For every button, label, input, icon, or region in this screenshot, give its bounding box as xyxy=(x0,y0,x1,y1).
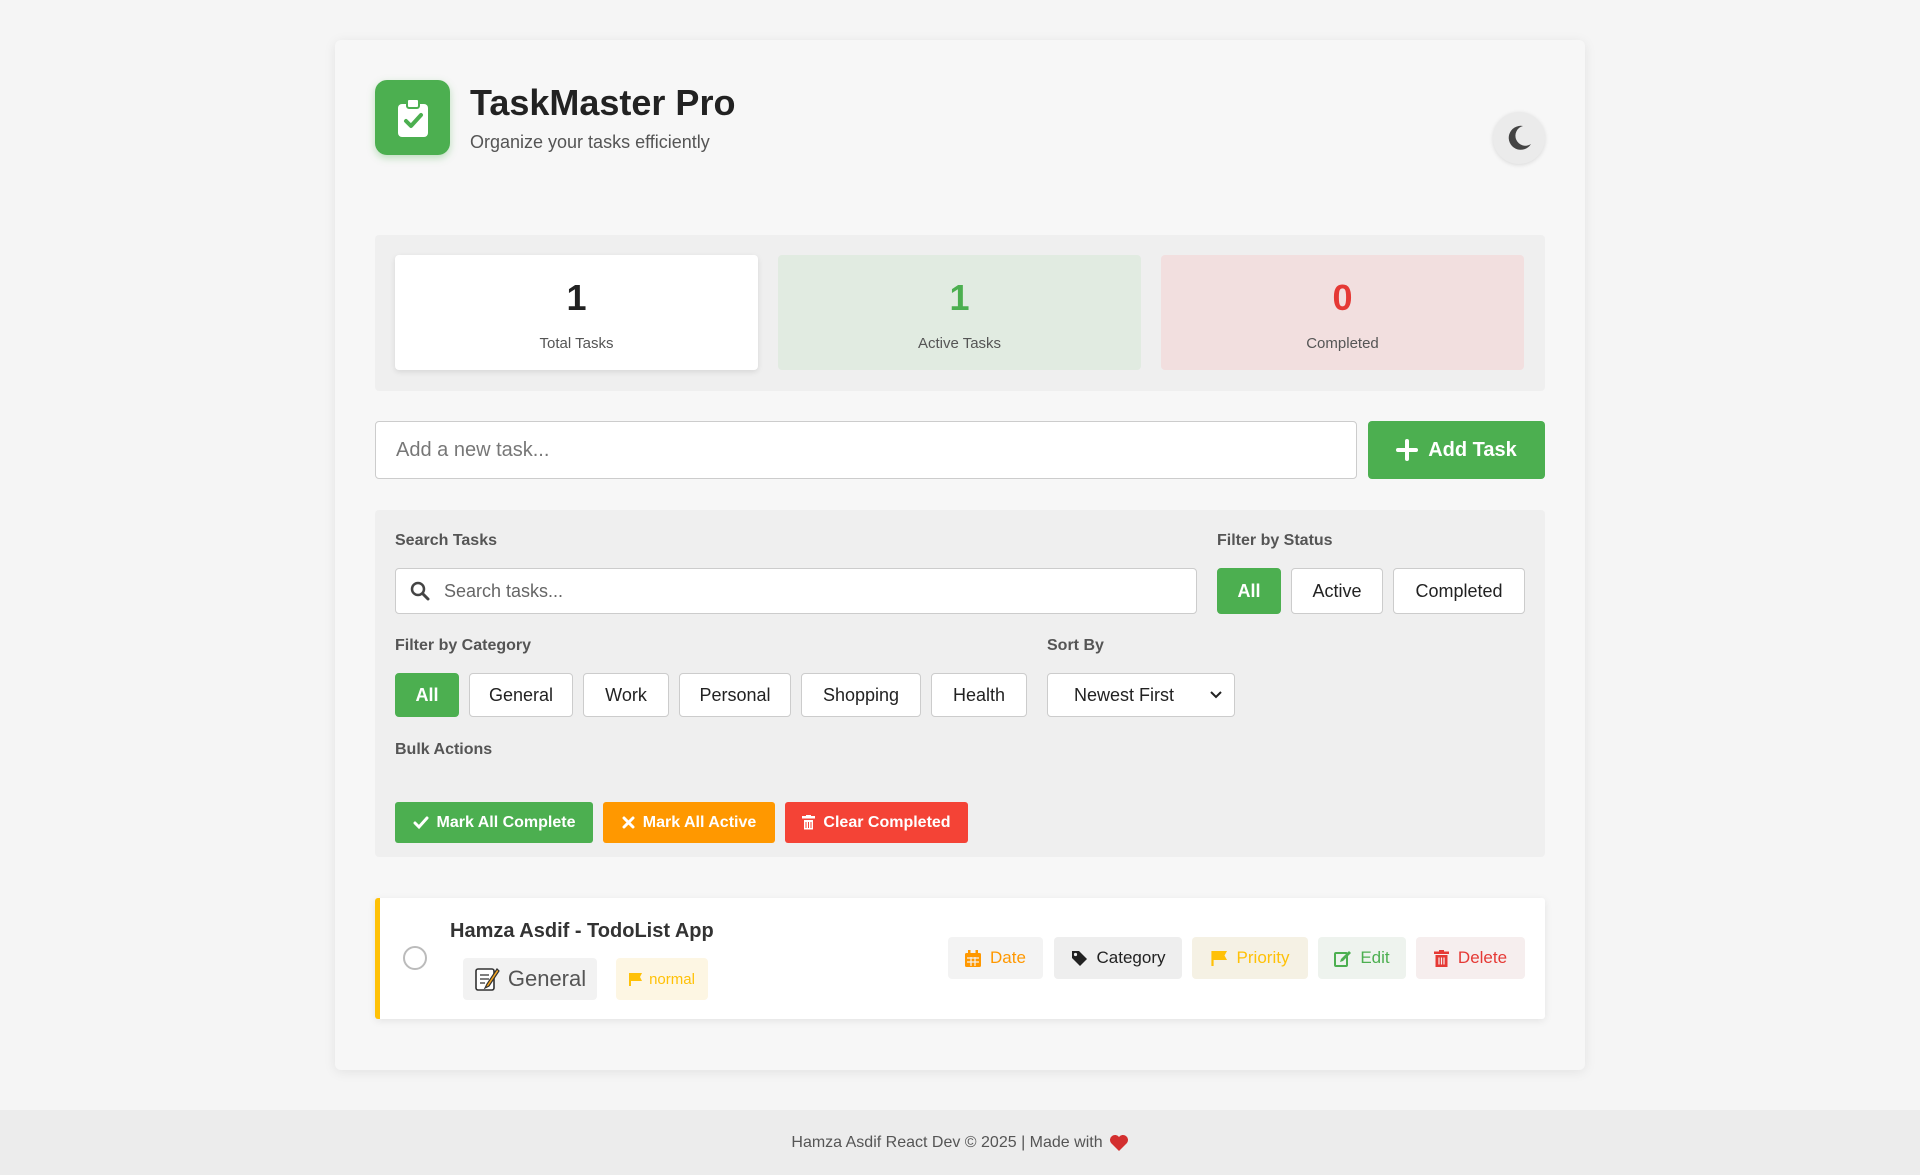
stat-label: Completed xyxy=(1306,335,1379,352)
search-icon xyxy=(410,581,430,601)
search-field[interactable] xyxy=(395,568,1197,614)
heart-icon xyxy=(1109,1134,1128,1151)
task-priority-action-label: Priority xyxy=(1236,948,1290,967)
bulk-actions-label: Bulk Actions xyxy=(395,741,493,758)
calendar-icon xyxy=(965,949,982,967)
task-edit-button[interactable]: Edit xyxy=(1318,937,1406,979)
header: TaskMaster Pro Organize your tasks effic… xyxy=(375,80,1545,200)
stat-value: 1 xyxy=(566,277,587,318)
status-filter-active[interactable]: Active xyxy=(1291,568,1383,614)
task-complete-checkbox[interactable] xyxy=(403,946,427,970)
task-priority-label: normal xyxy=(649,970,695,988)
clear-completed-button[interactable]: Clear Completed xyxy=(785,802,968,843)
category-filter-personal[interactable]: Personal xyxy=(679,673,791,717)
stat-completed-tasks: 0 Completed xyxy=(1161,255,1524,370)
stats-panel: 1 Total Tasks 1 Active Tasks 0 Completed xyxy=(375,235,1545,391)
stat-total-tasks: 1 Total Tasks xyxy=(395,255,758,370)
task-item: Hamza Asdif - TodoList App General norma… xyxy=(375,898,1545,1019)
app-subtitle: Organize your tasks efficiently xyxy=(470,132,710,152)
trash-icon xyxy=(802,814,816,830)
footer-text: Hamza Asdif React Dev © 2025 | Made with xyxy=(791,1133,1103,1151)
category-filter-health[interactable]: Health xyxy=(931,673,1027,717)
filters-panel: Search Tasks Filter by Status All Active… xyxy=(375,510,1545,857)
mark-all-complete-button[interactable]: Mark All Complete xyxy=(395,802,593,843)
category-filter-general[interactable]: General xyxy=(469,673,573,717)
category-filter-label: Filter by Category xyxy=(395,637,532,654)
task-delete-label: Delete xyxy=(1457,948,1508,967)
stat-value: 1 xyxy=(949,277,970,318)
category-filter-work[interactable]: Work xyxy=(583,673,669,717)
plus-icon xyxy=(1396,439,1419,461)
sort-select[interactable]: Newest First xyxy=(1047,673,1235,717)
clipboard-check-icon xyxy=(375,80,450,155)
footer: Hamza Asdif React Dev © 2025 | Made with xyxy=(0,1110,1920,1175)
task-delete-button[interactable]: Delete xyxy=(1416,937,1525,979)
task-category-action-label: Category xyxy=(1096,948,1166,967)
sort-label: Sort By xyxy=(1047,637,1104,654)
app-container: TaskMaster Pro Organize your tasks effic… xyxy=(335,40,1585,1070)
search-label: Search Tasks xyxy=(395,532,497,549)
theme-toggle-button[interactable] xyxy=(1493,112,1545,164)
category-filter-all[interactable]: All xyxy=(395,673,459,717)
task-date-label: Date xyxy=(990,948,1026,967)
stat-label: Total Tasks xyxy=(539,335,614,352)
edit-icon xyxy=(1334,950,1352,967)
moon-icon xyxy=(1508,125,1531,150)
task-category-button[interactable]: Category xyxy=(1054,937,1182,979)
add-task-label: Add Task xyxy=(1428,438,1517,461)
status-filter-all[interactable]: All xyxy=(1217,568,1281,614)
clear-completed-label: Clear Completed xyxy=(823,813,951,831)
task-edit-label: Edit xyxy=(1360,948,1390,967)
stat-value: 0 xyxy=(1332,277,1353,318)
flag-icon xyxy=(629,972,643,986)
add-task-button[interactable]: Add Task xyxy=(1368,421,1545,479)
check-icon xyxy=(413,816,428,829)
stat-label: Active Tasks xyxy=(917,335,1002,352)
task-date-button[interactable]: Date xyxy=(948,937,1043,979)
chevron-down-icon xyxy=(1210,691,1222,699)
status-filter-label: Filter by Status xyxy=(1217,532,1333,549)
task-title: Hamza Asdif - TodoList App xyxy=(450,920,714,942)
mark-all-complete-label: Mark All Complete xyxy=(436,813,576,831)
memo-icon xyxy=(475,968,500,991)
search-input[interactable] xyxy=(442,579,1186,603)
task-priority-button[interactable]: Priority xyxy=(1192,937,1308,979)
trash-icon xyxy=(1433,949,1449,967)
new-task-input[interactable] xyxy=(375,421,1357,479)
mark-all-active-button[interactable]: Mark All Active xyxy=(603,802,775,843)
task-category-tag: General xyxy=(463,958,597,1000)
task-priority-tag: normal xyxy=(616,958,708,1000)
status-filter-completed[interactable]: Completed xyxy=(1393,568,1525,614)
app-title: TaskMaster Pro xyxy=(470,82,736,123)
stat-active-tasks: 1 Active Tasks xyxy=(778,255,1141,370)
close-icon xyxy=(622,816,635,829)
sort-value: Newest First xyxy=(1074,684,1175,705)
category-filter-shopping[interactable]: Shopping xyxy=(801,673,921,717)
task-category-label: General xyxy=(507,966,587,991)
mark-all-active-label: Mark All Active xyxy=(642,813,757,831)
tag-icon xyxy=(1071,950,1087,966)
flag-icon xyxy=(1210,950,1227,966)
